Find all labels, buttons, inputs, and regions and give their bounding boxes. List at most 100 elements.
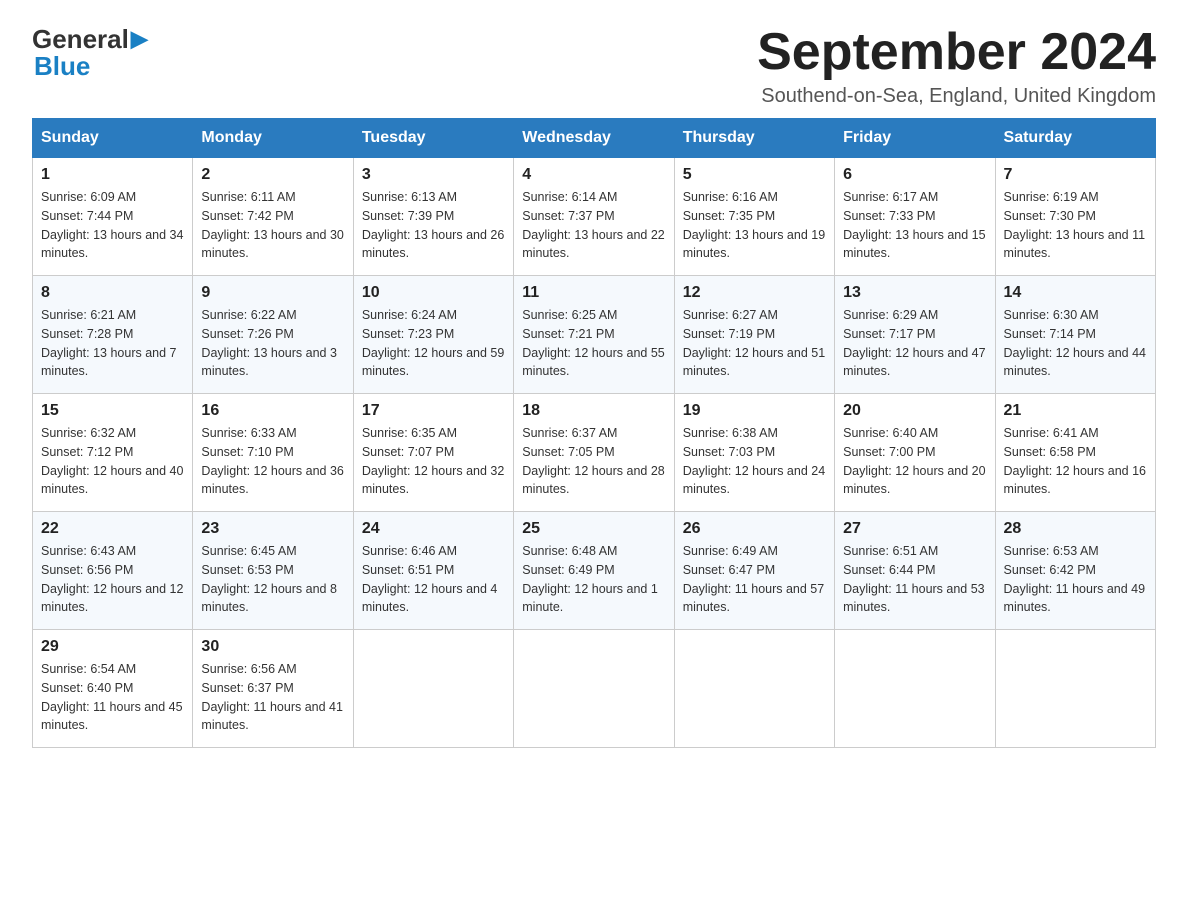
day-info: Sunrise: 6:32 AMSunset: 7:12 PMDaylight:… <box>41 426 183 496</box>
day-info: Sunrise: 6:27 AMSunset: 7:19 PMDaylight:… <box>683 308 825 378</box>
table-row <box>353 630 513 748</box>
day-info: Sunrise: 6:46 AMSunset: 6:51 PMDaylight:… <box>362 544 498 614</box>
day-info: Sunrise: 6:38 AMSunset: 7:03 PMDaylight:… <box>683 426 825 496</box>
day-info: Sunrise: 6:56 AMSunset: 6:37 PMDaylight:… <box>201 662 343 732</box>
table-row: 17 Sunrise: 6:35 AMSunset: 7:07 PMDaylig… <box>353 394 513 512</box>
day-info: Sunrise: 6:22 AMSunset: 7:26 PMDaylight:… <box>201 308 337 378</box>
day-number: 23 <box>201 520 344 538</box>
logo-subtext: Blue <box>32 51 90 82</box>
table-row: 23 Sunrise: 6:45 AMSunset: 6:53 PMDaylig… <box>193 512 353 630</box>
day-info: Sunrise: 6:19 AMSunset: 7:30 PMDaylight:… <box>1004 190 1146 260</box>
day-info: Sunrise: 6:14 AMSunset: 7:37 PMDaylight:… <box>522 190 664 260</box>
day-number: 29 <box>41 638 184 656</box>
day-info: Sunrise: 6:53 AMSunset: 6:42 PMDaylight:… <box>1004 544 1146 614</box>
table-row: 29 Sunrise: 6:54 AMSunset: 6:40 PMDaylig… <box>33 630 193 748</box>
table-row <box>835 630 995 748</box>
calendar-week-row: 15 Sunrise: 6:32 AMSunset: 7:12 PMDaylig… <box>33 394 1156 512</box>
day-number: 11 <box>522 284 665 302</box>
calendar-week-row: 8 Sunrise: 6:21 AMSunset: 7:28 PMDayligh… <box>33 276 1156 394</box>
day-number: 21 <box>1004 402 1147 420</box>
table-row: 1 Sunrise: 6:09 AMSunset: 7:44 PMDayligh… <box>33 158 193 276</box>
table-row: 26 Sunrise: 6:49 AMSunset: 6:47 PMDaylig… <box>674 512 834 630</box>
table-row: 9 Sunrise: 6:22 AMSunset: 7:26 PMDayligh… <box>193 276 353 394</box>
day-info: Sunrise: 6:45 AMSunset: 6:53 PMDaylight:… <box>201 544 337 614</box>
day-number: 5 <box>683 166 826 184</box>
day-number: 15 <box>41 402 184 420</box>
calendar-week-row: 1 Sunrise: 6:09 AMSunset: 7:44 PMDayligh… <box>33 158 1156 276</box>
day-info: Sunrise: 6:13 AMSunset: 7:39 PMDaylight:… <box>362 190 504 260</box>
header-thursday: Thursday <box>674 119 834 158</box>
header-sunday: Sunday <box>33 119 193 158</box>
day-number: 16 <box>201 402 344 420</box>
day-number: 13 <box>843 284 986 302</box>
day-info: Sunrise: 6:41 AMSunset: 6:58 PMDaylight:… <box>1004 426 1146 496</box>
header-wednesday: Wednesday <box>514 119 674 158</box>
day-number: 6 <box>843 166 986 184</box>
day-info: Sunrise: 6:11 AMSunset: 7:42 PMDaylight:… <box>201 190 343 260</box>
day-number: 7 <box>1004 166 1147 184</box>
table-row: 19 Sunrise: 6:38 AMSunset: 7:03 PMDaylig… <box>674 394 834 512</box>
day-info: Sunrise: 6:24 AMSunset: 7:23 PMDaylight:… <box>362 308 504 378</box>
page-header: General▶ Blue September 2024 Southend-on… <box>32 24 1156 108</box>
day-number: 14 <box>1004 284 1147 302</box>
table-row: 8 Sunrise: 6:21 AMSunset: 7:28 PMDayligh… <box>33 276 193 394</box>
day-number: 20 <box>843 402 986 420</box>
day-info: Sunrise: 6:40 AMSunset: 7:00 PMDaylight:… <box>843 426 985 496</box>
day-info: Sunrise: 6:17 AMSunset: 7:33 PMDaylight:… <box>843 190 985 260</box>
calendar-week-row: 22 Sunrise: 6:43 AMSunset: 6:56 PMDaylig… <box>33 512 1156 630</box>
day-info: Sunrise: 6:21 AMSunset: 7:28 PMDaylight:… <box>41 308 177 378</box>
day-info: Sunrise: 6:48 AMSunset: 6:49 PMDaylight:… <box>522 544 658 614</box>
table-row: 6 Sunrise: 6:17 AMSunset: 7:33 PMDayligh… <box>835 158 995 276</box>
table-row <box>995 630 1155 748</box>
day-number: 17 <box>362 402 505 420</box>
table-row: 25 Sunrise: 6:48 AMSunset: 6:49 PMDaylig… <box>514 512 674 630</box>
table-row: 12 Sunrise: 6:27 AMSunset: 7:19 PMDaylig… <box>674 276 834 394</box>
table-row: 7 Sunrise: 6:19 AMSunset: 7:30 PMDayligh… <box>995 158 1155 276</box>
table-row: 24 Sunrise: 6:46 AMSunset: 6:51 PMDaylig… <box>353 512 513 630</box>
table-row <box>674 630 834 748</box>
table-row: 16 Sunrise: 6:33 AMSunset: 7:10 PMDaylig… <box>193 394 353 512</box>
table-row: 15 Sunrise: 6:32 AMSunset: 7:12 PMDaylig… <box>33 394 193 512</box>
day-info: Sunrise: 6:37 AMSunset: 7:05 PMDaylight:… <box>522 426 664 496</box>
day-number: 18 <box>522 402 665 420</box>
day-number: 4 <box>522 166 665 184</box>
table-row: 18 Sunrise: 6:37 AMSunset: 7:05 PMDaylig… <box>514 394 674 512</box>
day-number: 1 <box>41 166 184 184</box>
day-number: 2 <box>201 166 344 184</box>
day-number: 12 <box>683 284 826 302</box>
table-row: 2 Sunrise: 6:11 AMSunset: 7:42 PMDayligh… <box>193 158 353 276</box>
day-info: Sunrise: 6:35 AMSunset: 7:07 PMDaylight:… <box>362 426 504 496</box>
day-info: Sunrise: 6:49 AMSunset: 6:47 PMDaylight:… <box>683 544 825 614</box>
header-monday: Monday <box>193 119 353 158</box>
table-row: 13 Sunrise: 6:29 AMSunset: 7:17 PMDaylig… <box>835 276 995 394</box>
day-number: 28 <box>1004 520 1147 538</box>
day-number: 8 <box>41 284 184 302</box>
day-info: Sunrise: 6:33 AMSunset: 7:10 PMDaylight:… <box>201 426 343 496</box>
header-friday: Friday <box>835 119 995 158</box>
day-number: 19 <box>683 402 826 420</box>
day-number: 10 <box>362 284 505 302</box>
location-subtitle: Southend-on-Sea, England, United Kingdom <box>757 85 1156 108</box>
day-number: 30 <box>201 638 344 656</box>
day-number: 27 <box>843 520 986 538</box>
day-info: Sunrise: 6:43 AMSunset: 6:56 PMDaylight:… <box>41 544 183 614</box>
day-number: 26 <box>683 520 826 538</box>
month-year-title: September 2024 <box>757 24 1156 81</box>
calendar-table: Sunday Monday Tuesday Wednesday Thursday… <box>32 118 1156 748</box>
day-number: 22 <box>41 520 184 538</box>
day-info: Sunrise: 6:16 AMSunset: 7:35 PMDaylight:… <box>683 190 825 260</box>
table-row: 20 Sunrise: 6:40 AMSunset: 7:00 PMDaylig… <box>835 394 995 512</box>
logo: General▶ Blue <box>32 24 148 82</box>
day-info: Sunrise: 6:54 AMSunset: 6:40 PMDaylight:… <box>41 662 183 732</box>
table-row: 3 Sunrise: 6:13 AMSunset: 7:39 PMDayligh… <box>353 158 513 276</box>
table-row: 14 Sunrise: 6:30 AMSunset: 7:14 PMDaylig… <box>995 276 1155 394</box>
table-row <box>514 630 674 748</box>
table-row: 21 Sunrise: 6:41 AMSunset: 6:58 PMDaylig… <box>995 394 1155 512</box>
table-row: 30 Sunrise: 6:56 AMSunset: 6:37 PMDaylig… <box>193 630 353 748</box>
table-row: 4 Sunrise: 6:14 AMSunset: 7:37 PMDayligh… <box>514 158 674 276</box>
header-tuesday: Tuesday <box>353 119 513 158</box>
day-info: Sunrise: 6:30 AMSunset: 7:14 PMDaylight:… <box>1004 308 1146 378</box>
day-number: 25 <box>522 520 665 538</box>
table-row: 28 Sunrise: 6:53 AMSunset: 6:42 PMDaylig… <box>995 512 1155 630</box>
calendar-week-row: 29 Sunrise: 6:54 AMSunset: 6:40 PMDaylig… <box>33 630 1156 748</box>
